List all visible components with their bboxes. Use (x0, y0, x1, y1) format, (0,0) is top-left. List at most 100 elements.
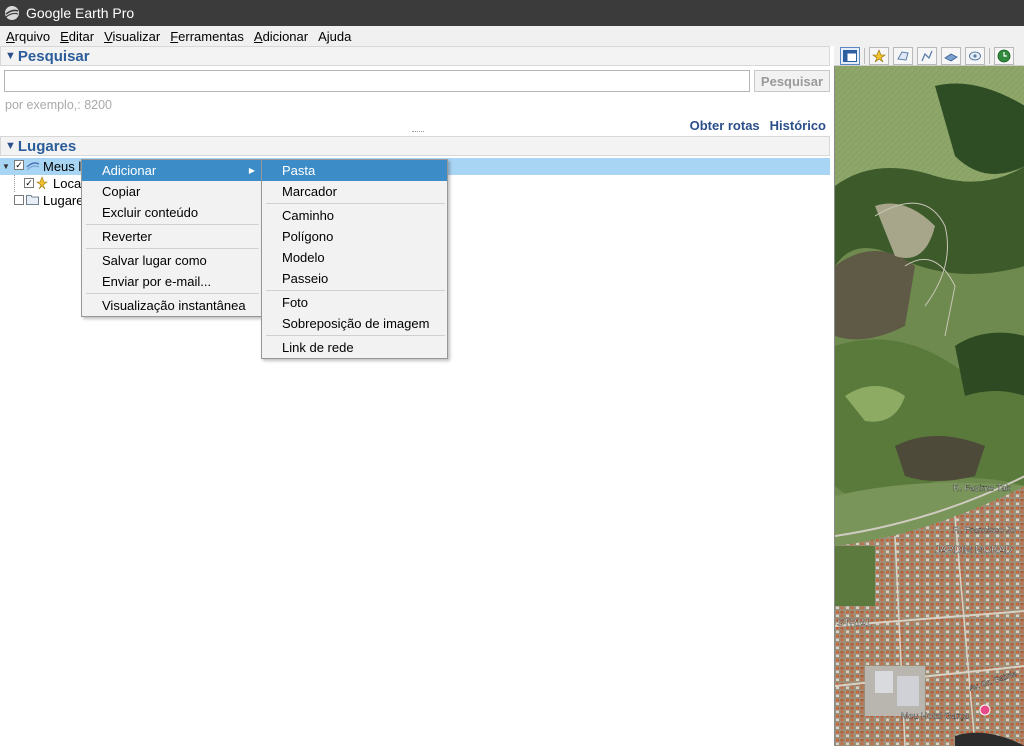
places-panel-header[interactable]: ▼ Lugares (0, 136, 830, 156)
map-label-industrial: STRIAL (837, 618, 872, 629)
menu-editar-rest: ditar (68, 28, 95, 44)
my-places-checkbox[interactable]: ✓ (14, 160, 24, 170)
ctx-item-copiar[interactable]: Copiar (82, 181, 261, 202)
ctx-item-excluir[interactable]: Excluir conteúdo (82, 202, 261, 223)
collapse-triangle-icon[interactable]: ▼ (5, 140, 16, 152)
places-panel-title: Lugares (17, 137, 77, 155)
ctx-item-enviar[interactable]: Enviar por e-mail... (82, 271, 261, 292)
submenu-item-sobreposicao[interactable]: Sobreposição de imagem (262, 313, 447, 334)
submenu-item-label: Marcador (282, 184, 337, 199)
menu-editar[interactable]: Editar (54, 29, 98, 44)
menu-separator (86, 293, 259, 294)
menu-separator (266, 335, 445, 336)
ctx-item-label: Enviar por e-mail... (102, 274, 212, 289)
search-panel-title: Pesquisar (17, 47, 90, 65)
map-pin-icon[interactable] (979, 704, 991, 716)
image-overlay-icon (944, 53, 958, 61)
submenu-item-poligono[interactable]: Polígono (262, 226, 447, 247)
menu-adicionar-mnemonic: A (253, 28, 263, 44)
panel-splitter[interactable] (412, 131, 424, 133)
search-panel-header[interactable]: ▼ Pesquisar (0, 46, 830, 66)
folder-icon (26, 195, 39, 205)
menu-editar-mnemonic: E (60, 28, 69, 44)
menu-visualizar[interactable]: Visualizar (98, 29, 164, 44)
satellite-imagery: R. Fazime Tak R. Francisco Jo JARDIM MOR… (835, 66, 1024, 746)
placemark-add-icon (872, 48, 886, 62)
expand-arrow-icon[interactable]: ▼ (2, 162, 10, 171)
placemark-icon (36, 176, 48, 190)
tree-item-label: Meus l (43, 159, 82, 174)
menu-ajuda-first: A (318, 28, 327, 44)
submenu-item-label: Foto (282, 295, 309, 310)
submenu-item-marcador[interactable]: Marcador (262, 181, 447, 202)
menu-ajuda[interactable]: Ajuda (312, 29, 355, 44)
search-button[interactable]: Pesquisar (754, 70, 830, 92)
clock-icon (997, 49, 1011, 62)
history-link[interactable]: Histórico (770, 118, 826, 133)
toolbar-separator (864, 47, 865, 64)
menu-visualizar-mnemonic: V (104, 28, 113, 44)
submenu-item-foto[interactable]: Foto (262, 292, 447, 313)
lugares-checkbox[interactable] (14, 195, 24, 205)
add-placemark-button[interactable] (869, 46, 889, 65)
ctx-item-visualizacao[interactable]: Visualização instantânea (82, 295, 261, 316)
add-overlay-button[interactable] (941, 46, 961, 65)
submenu-item-passeio[interactable]: Passeio (262, 268, 447, 289)
toolbar-separator (989, 47, 990, 64)
menu-adicionar-rest: dicionar (262, 28, 309, 44)
submenu-item-label: Pasta (282, 163, 316, 178)
map-label-street-1: R. Fazime Tak (953, 483, 1011, 493)
menu-ferramentas-rest: erramentas (178, 28, 244, 44)
menu-separator (86, 224, 259, 225)
menu-bar: Arquivo Editar Visualizar Ferramentas Ad… (0, 26, 1024, 46)
ctx-item-label: Salvar lugar como (102, 253, 207, 268)
record-tour-button[interactable] (965, 46, 985, 65)
menu-separator (266, 203, 445, 204)
ctx-item-reverter[interactable]: Reverter (82, 226, 261, 247)
map-label-neighborhood: JARDIM MORAD (935, 545, 1012, 556)
sidebar-toggle-icon (843, 49, 857, 62)
search-input[interactable] (4, 70, 750, 92)
add-submenu: Pasta Marcador Caminho Polígono Modelo P… (261, 159, 448, 359)
search-hint: por exemplo,: 8200 (5, 98, 113, 112)
map-toolbar (834, 46, 1024, 66)
tour-icon (969, 51, 981, 60)
tree-item-label: Local (53, 176, 85, 191)
collapse-triangle-icon[interactable]: ▼ (5, 50, 16, 62)
ctx-item-label: Excluir conteúdo (102, 205, 199, 220)
map-view[interactable]: R. Fazime Tak R. Francisco Jo JARDIM MOR… (834, 66, 1024, 746)
ctx-item-adicionar[interactable]: Adicionar ▶ (82, 160, 261, 181)
menu-adicionar[interactable]: Adicionar (248, 29, 312, 44)
submenu-item-label: Link de rede (282, 340, 354, 355)
menu-arquivo-mnemonic: A (6, 28, 15, 44)
submenu-item-label: Passeio (282, 271, 329, 286)
submenu-item-label: Modelo (282, 250, 325, 265)
window-title: Google Earth Pro (26, 5, 135, 21)
submenu-item-caminho[interactable]: Caminho (262, 205, 447, 226)
search-links: Obter rotas Histórico (690, 118, 826, 133)
menu-arquivo[interactable]: Arquivo (0, 29, 54, 44)
add-path-button[interactable] (917, 46, 937, 65)
submenu-item-pasta[interactable]: Pasta (262, 160, 447, 181)
sidebar-panel: ▼ Pesquisar Pesquisar por exemplo,: 8200… (0, 46, 834, 746)
historical-imagery-button[interactable] (994, 46, 1014, 65)
map-label-street-2: R. Francisco Jo (953, 525, 1016, 535)
submenu-item-modelo[interactable]: Modelo (262, 247, 447, 268)
ctx-item-label: Adicionar (102, 163, 157, 178)
ctx-item-label: Copiar (102, 184, 141, 199)
menu-separator (86, 248, 259, 249)
path-icon (921, 50, 933, 61)
map-label-hotel: Meu Hotel Garça (901, 711, 969, 721)
sidebar-toggle-button[interactable] (840, 46, 860, 65)
menu-ferramentas[interactable]: Ferramentas (164, 29, 248, 44)
my-places-icon (26, 162, 40, 171)
submenu-arrow-icon: ▶ (248, 166, 255, 175)
submenu-item-link-rede[interactable]: Link de rede (262, 337, 447, 358)
ctx-item-salvar[interactable]: Salvar lugar como (82, 250, 261, 271)
submenu-item-label: Caminho (282, 208, 335, 223)
local-checkbox[interactable]: ✓ (24, 178, 34, 188)
get-directions-link[interactable]: Obter rotas (690, 118, 760, 133)
submenu-item-label: Polígono (282, 229, 334, 244)
menu-separator (266, 290, 445, 291)
add-polygon-button[interactable] (893, 46, 913, 65)
